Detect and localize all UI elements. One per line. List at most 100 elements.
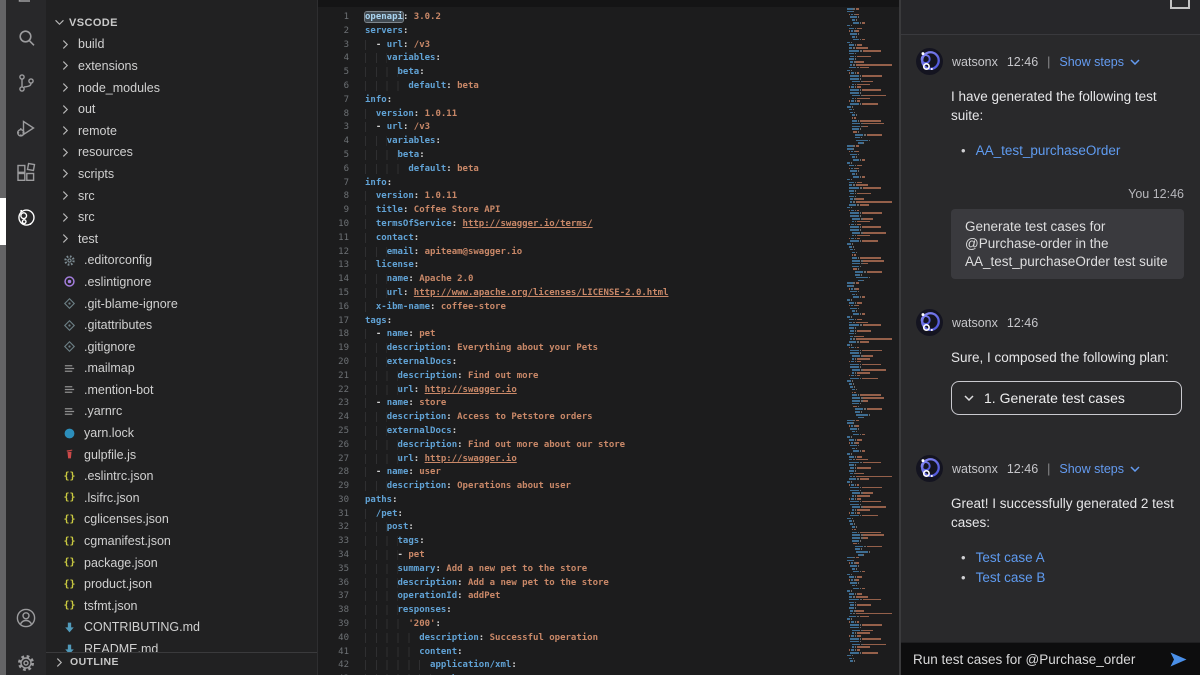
chat-link[interactable]: AA_test_purchaseOrder xyxy=(976,141,1121,161)
file-label: .mention-bot xyxy=(84,383,153,397)
folder-row-build[interactable]: build xyxy=(46,34,317,56)
code-line: 8 version: 1.0.11 xyxy=(318,108,845,122)
show-steps-link[interactable]: Show steps xyxy=(1059,55,1140,69)
folder-label: scripts xyxy=(78,167,114,181)
chevron-down-icon xyxy=(54,19,69,26)
folder-label: remote xyxy=(78,124,117,138)
code-line: 17tags: xyxy=(318,315,845,329)
code-line: 25 externalDocs: xyxy=(318,425,845,439)
search-icon xyxy=(15,27,37,54)
code-line: 27 url: http://swagger.io xyxy=(318,453,845,467)
chat-link[interactable]: Test case B xyxy=(976,568,1046,588)
explorer-root-header[interactable]: VSCODE xyxy=(46,12,317,34)
chevron-right-icon xyxy=(62,104,78,115)
code-line: 14 name: Apache 2.0 xyxy=(318,273,845,287)
file-row-README.md[interactable]: README.md xyxy=(46,638,317,652)
file-row-package.json[interactable]: {}package.json xyxy=(46,552,317,574)
file-row-cgmanifest.json[interactable]: {}cgmanifest.json xyxy=(46,530,317,552)
folder-row-extensions[interactable]: extensions xyxy=(46,55,317,77)
file-row-.lsifrc.json[interactable]: {}.lsifrc.json xyxy=(46,487,317,509)
file-row-.yarnrc[interactable]: .yarnrc xyxy=(46,401,317,423)
file-row-.eslintrc.json[interactable]: {}.eslintrc.json xyxy=(46,465,317,487)
file-label: cglicenses.json xyxy=(84,512,169,526)
line-number: 23 xyxy=(318,397,349,411)
folder-row-src[interactable]: src xyxy=(46,206,317,228)
folder-row-out[interactable]: out xyxy=(46,98,317,120)
file-row-.mention-bot[interactable]: .mention-bot xyxy=(46,379,317,401)
editor-group: 1openapi: 3.0.22servers:3 - url: /v34 va… xyxy=(318,0,899,675)
file-row-gulpfile.js[interactable]: gulpfile.js xyxy=(46,444,317,466)
message-author: watsonx xyxy=(952,316,998,330)
file-row-.gitattributes[interactable]: .gitattributes xyxy=(46,314,317,336)
code-line: 7info: xyxy=(318,177,845,191)
send-icon[interactable] xyxy=(1170,651,1188,667)
folder-row-src[interactable]: src xyxy=(46,185,317,207)
line-number: 5 xyxy=(318,149,349,163)
code-line: 40 description: Successful operation xyxy=(318,632,845,646)
explorer-sidebar: VSCODE build extensions node_modulesout remo… xyxy=(46,0,318,675)
line-number: 31 xyxy=(318,508,349,522)
file-row-.gitignore[interactable]: .gitignore xyxy=(46,336,317,358)
chevron-down-icon xyxy=(964,395,974,401)
code-line: 35 summary: Add a new pet to the store xyxy=(318,563,845,577)
minimap[interactable] xyxy=(845,8,895,675)
outline-section-header[interactable]: OUTLINE xyxy=(46,652,317,675)
activity-item-search[interactable] xyxy=(6,18,46,63)
editor-tab-strip xyxy=(318,0,899,7)
json-file-icon: {} xyxy=(62,514,77,525)
file-label: .gitattributes xyxy=(84,318,152,332)
folder-label: extensions xyxy=(78,59,138,73)
file-label: .git-blame-ignore xyxy=(84,297,178,311)
folder-label: build xyxy=(78,37,104,51)
activity-item-run-debug[interactable] xyxy=(6,108,46,153)
file-row-.git-blame-ignore[interactable]: .git-blame-ignore xyxy=(46,293,317,315)
file-row-cglicenses.json[interactable]: {} cglicenses.json xyxy=(46,509,317,531)
folder-row-node_modules[interactable]: node_modules xyxy=(46,77,317,99)
code-line: 22 url: http://swagger.io xyxy=(318,384,845,398)
file-row-.editorconfig[interactable]: .editorconfig xyxy=(46,250,317,272)
activity-item-accounts[interactable] xyxy=(6,598,46,643)
code-line: 26 description: Find out more about our … xyxy=(318,439,845,453)
activity-item-watsonx[interactable] xyxy=(6,198,46,243)
file-row-product.json[interactable]: {}product.json xyxy=(46,573,317,595)
restore-window-icon[interactable] xyxy=(1170,0,1190,9)
file-row-tsfmt.json[interactable]: {}tsfmt.json xyxy=(46,595,317,617)
folder-label: node_modules xyxy=(78,81,160,95)
bot-message: watsonx12:46|Show stepsGreat! I successf… xyxy=(901,455,1200,587)
line-number: 24 xyxy=(318,411,349,425)
file-label: .eslintignore xyxy=(84,275,151,289)
code-line: 28 - name: user xyxy=(318,466,845,480)
bullet: • xyxy=(961,141,966,161)
file-row-CONTRIBUTING.md[interactable]: CONTRIBUTING.md xyxy=(46,617,317,639)
activity-item-settings[interactable] xyxy=(6,643,46,675)
chevron-right-icon xyxy=(62,39,78,50)
editor-code[interactable]: 1openapi: 3.0.22servers:3 - url: /v34 va… xyxy=(318,7,845,675)
chat-link[interactable]: Test case A xyxy=(976,548,1045,568)
file-row-yarn.lock[interactable]: yarn.lock xyxy=(46,422,317,444)
activity-item-source-control[interactable] xyxy=(6,63,46,108)
chevron-right-icon xyxy=(62,168,78,179)
show-steps-link[interactable]: Show steps xyxy=(1059,462,1140,476)
editorconfig-file-icon xyxy=(62,254,77,267)
activity-item-extensions[interactable] xyxy=(6,153,46,198)
file-row-.mailmap[interactable]: .mailmap xyxy=(46,358,317,380)
source-control-icon xyxy=(15,72,37,99)
message-text: Great! I successfully generated 2 test c… xyxy=(951,494,1184,532)
folder-row-remote[interactable]: remote xyxy=(46,120,317,142)
plan-step-expander[interactable]: 1. Generate test cases xyxy=(951,381,1182,415)
folder-row-test[interactable]: test xyxy=(46,228,317,250)
activity-item-explorer[interactable] xyxy=(6,0,46,18)
folder-row-scripts[interactable]: scripts xyxy=(46,163,317,185)
line-number: 38 xyxy=(318,604,349,618)
folder-row-resources[interactable]: resources xyxy=(46,142,317,164)
chevron-right-icon xyxy=(62,212,78,223)
chevron-down-icon xyxy=(1130,466,1140,472)
chevron-right-icon xyxy=(56,657,63,671)
file-row-.eslintignore[interactable]: .eslintignore xyxy=(46,271,317,293)
git-file-icon xyxy=(62,319,77,332)
chevron-right-icon xyxy=(62,233,78,244)
chat-input[interactable] xyxy=(913,652,1170,667)
code-line: 10 termsOfService: http://swagger.io/ter… xyxy=(318,218,845,232)
line-number: 20 xyxy=(318,356,349,370)
code-line: 34 - pet xyxy=(318,549,845,563)
